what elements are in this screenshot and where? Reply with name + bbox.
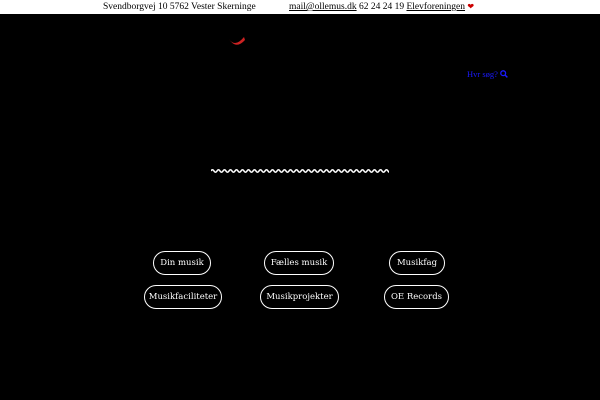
search-icon: [500, 70, 508, 78]
heart-icon: ❤: [467, 2, 475, 11]
nav-din-musik-button[interactable]: Din musik: [153, 251, 211, 275]
nav-faelles-musik-button[interactable]: Fælles musik: [264, 251, 334, 275]
address-text: Svendborgvej 10 5762 Vester Skerninge: [103, 2, 256, 12]
search-label: Hvr søg?: [467, 69, 498, 79]
nav-musikprojekter-button[interactable]: Musikprojekter: [260, 285, 339, 309]
nav-oe-records-button[interactable]: OE Records: [384, 285, 449, 309]
phone-text: 62 24 24 19: [358, 2, 405, 12]
wavy-divider: [211, 168, 389, 174]
search-link[interactable]: Hvr søg?: [467, 69, 508, 79]
contact-links: mail@ollemus.dk 62 24 24 19 Elevforening…: [289, 0, 474, 14]
nav-musikfag-button[interactable]: Musikfag: [389, 251, 445, 275]
email-link[interactable]: mail@ollemus.dk: [289, 2, 357, 12]
top-info-bar: Svendborgvej 10 5762 Vester Skerninge ma…: [0, 0, 600, 14]
elevforeningen-link[interactable]: Elevforeningen: [406, 2, 465, 12]
nav-musikfaciliteter-button[interactable]: Musikfaciliteter: [144, 285, 222, 309]
logo-swoosh-icon[interactable]: [228, 34, 246, 48]
